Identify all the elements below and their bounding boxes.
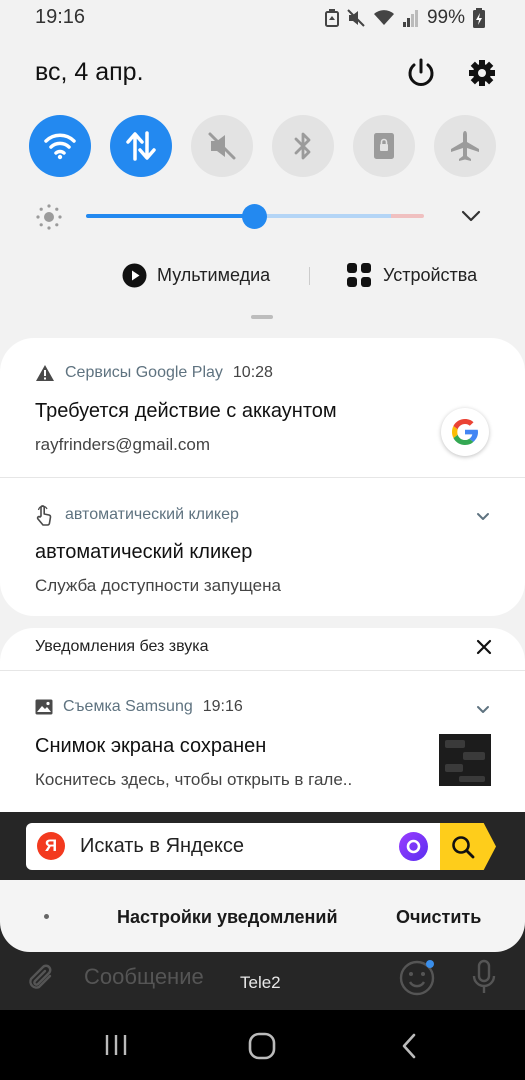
bluetooth-icon: [294, 132, 311, 160]
screenshot-thumbnail[interactable]: [439, 734, 491, 786]
battery-percent: 99%: [426, 7, 465, 28]
toggle-airplane-mode[interactable]: [434, 115, 496, 177]
yandex-search-field[interactable]: Я Искать в Яндексе: [26, 823, 440, 870]
mute-icon: [347, 9, 365, 27]
devices-button[interactable]: Устройства: [347, 263, 477, 287]
page-indicator-dot: [44, 914, 49, 919]
settings-icon: [469, 60, 495, 86]
cellular-signal-icon: [402, 10, 418, 27]
microphone-icon[interactable]: [470, 958, 498, 996]
power-icon: [408, 58, 434, 86]
notification-settings-button[interactable]: Настройки уведомлений: [117, 907, 338, 928]
brightness-row: [30, 196, 500, 236]
message-placeholder[interactable]: Сообщение: [84, 964, 204, 990]
settings-button[interactable]: [465, 56, 499, 90]
close-icon[interactable]: [475, 638, 493, 656]
brightness-track-high: [391, 214, 424, 218]
toggle-bluetooth[interactable]: [272, 115, 334, 177]
google-logo-avatar: [441, 408, 489, 456]
google-notification-title[interactable]: Требуется действие с аккаунтом: [35, 400, 337, 423]
quick-toggles: [29, 115, 499, 177]
google-notification-text: rayfrinders@gmail.com: [35, 435, 211, 454]
toggle-sound[interactable]: [191, 115, 253, 177]
airplane-icon: [451, 131, 479, 161]
clicker-notification-header: автоматический кликер: [35, 504, 239, 526]
battery-charging-icon: [473, 8, 485, 28]
clicker-notification-text: Служба доступности запущена: [35, 576, 281, 595]
attachment-icon[interactable]: [26, 962, 56, 994]
wifi-icon: [373, 10, 394, 25]
home-icon[interactable]: [248, 1032, 276, 1060]
google-g-icon: [452, 419, 478, 445]
clicker-notification-title[interactable]: автоматический кликер: [35, 541, 252, 564]
search-icon: [452, 835, 475, 858]
clicker-app-name: автоматический кликер: [65, 506, 239, 523]
battery-saver-icon: [324, 9, 339, 27]
media-button[interactable]: Мультимедиа: [122, 263, 270, 288]
mute-icon: [208, 132, 236, 160]
toggle-rotation-lock[interactable]: [353, 115, 415, 177]
clear-all-button[interactable]: Очистить: [396, 907, 481, 928]
media-devices-row: Мультимедиа Устройства: [0, 258, 525, 298]
status-bar: 19:16 99%: [0, 0, 525, 36]
notification-card-silent: Уведомления без звука Съемка Samsung 19:…: [0, 628, 525, 828]
screenshot-time: 19:16: [202, 698, 243, 715]
screenshot-notification-header: Съемка Samsung 19:16: [35, 698, 243, 716]
status-time: 19:16: [35, 6, 86, 28]
play-circle-icon: [122, 263, 147, 288]
notification-footer-bar: Настройки уведомлений Очистить: [0, 880, 525, 952]
navigation-bar: [0, 1010, 525, 1080]
back-icon[interactable]: [399, 1032, 419, 1060]
chevron-down-icon[interactable]: [475, 703, 491, 717]
alice-icon[interactable]: [399, 832, 428, 861]
data-arrows-icon: [126, 131, 156, 161]
status-icons: 99%: [324, 7, 485, 29]
media-divider: [309, 267, 310, 285]
brightness-slider-thumb[interactable]: [242, 204, 267, 229]
yandex-search-bar[interactable]: Я Искать в Яндексе: [26, 823, 496, 870]
power-button[interactable]: [404, 56, 438, 90]
brightness-track-empty: [256, 214, 391, 218]
silent-section-label: Уведомления без звука: [35, 638, 209, 655]
image-icon: [35, 699, 53, 715]
carrier-label: Tele2: [240, 973, 281, 992]
date-label: вс, 4 апр.: [35, 58, 144, 86]
devices-grid-icon: [347, 263, 371, 287]
brightness-track-filled: [86, 214, 256, 218]
chevron-down-icon[interactable]: [460, 206, 482, 226]
brightness-icon: [36, 204, 62, 230]
toggle-wifi[interactable]: [29, 115, 91, 177]
notification-divider: [0, 670, 525, 671]
screenshot-app-name: Съемка Samsung: [63, 698, 193, 715]
yandex-search-button[interactable]: [440, 823, 496, 870]
emoji-icon[interactable]: [398, 958, 436, 996]
warning-icon: [36, 365, 54, 381]
media-label: Мультимедиа: [157, 265, 271, 285]
tap-hand-icon: [36, 505, 52, 526]
portrait-lock-icon: [374, 133, 394, 159]
notification-card-alerts: Сервисы Google Play 10:28 Требуется дейс…: [0, 338, 525, 616]
notification-divider: [0, 477, 525, 478]
screenshot-notification-text: Коснитесь здесь, чтобы открыть в гале..: [35, 770, 353, 789]
yandex-logo: Я: [37, 832, 65, 860]
panel-drag-handle[interactable]: [251, 315, 273, 319]
chevron-down-icon[interactable]: [475, 510, 491, 524]
devices-label: Устройства: [383, 264, 478, 285]
google-notification-header: Сервисы Google Play 10:28: [35, 364, 273, 382]
google-app-name: Сервисы Google Play: [65, 364, 223, 381]
screenshot-notification-title[interactable]: Снимок экрана сохранен: [35, 735, 266, 758]
toggle-mobile-data[interactable]: [110, 115, 172, 177]
google-time: 10:28: [232, 364, 273, 381]
recents-icon[interactable]: [103, 1032, 129, 1058]
yandex-search-placeholder: Искать в Яндексе: [80, 835, 244, 857]
wifi-icon: [44, 133, 76, 160]
